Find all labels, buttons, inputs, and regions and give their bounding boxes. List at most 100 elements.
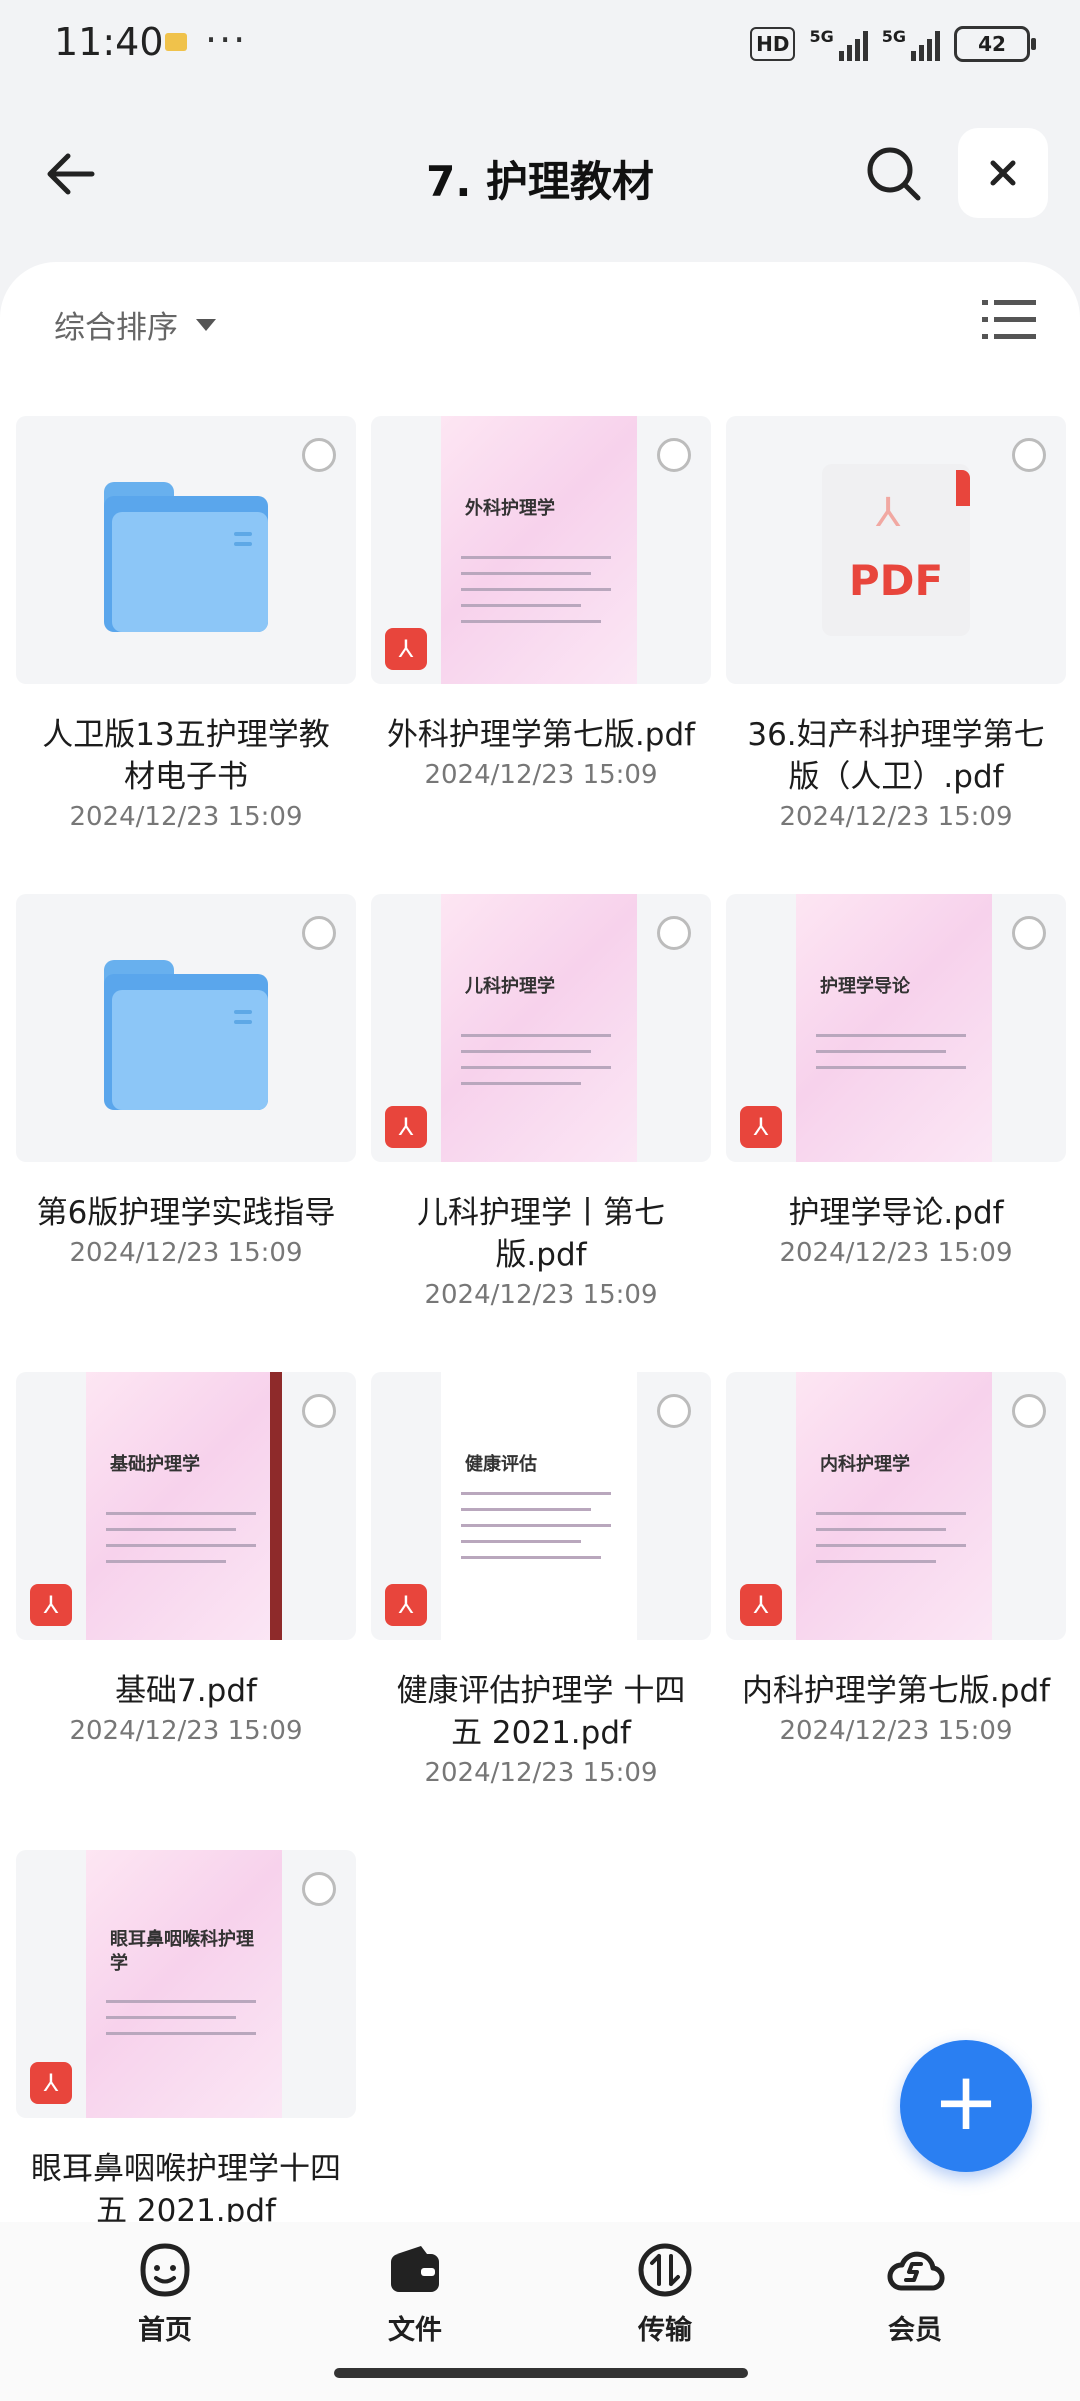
file-thumbnail: 眼耳鼻咽喉科护理学 ⅄ (16, 1850, 356, 2118)
select-radio[interactable] (1012, 916, 1046, 950)
file-date: 2024/12/23 15:09 (779, 1716, 1013, 1746)
file-item-pdf[interactable]: 儿科护理学 ⅄ 儿科护理学丨第七版.pdf 2024/12/23 15:09 (371, 894, 711, 1310)
file-date: 2024/12/23 15:09 (779, 1238, 1013, 1268)
membership-cloud-icon (885, 2240, 945, 2300)
book-cover: 健康评估 (441, 1372, 637, 1640)
file-list-panel: 综合排序 人卫版13五护理学教材电子书 2024/12/23 15:09 外科护… (0, 262, 1080, 2222)
file-thumbnail: 儿科护理学 ⅄ (371, 894, 711, 1162)
file-item-pdf[interactable]: 内科护理学 ⅄ 内科护理学第七版.pdf 2024/12/23 15:09 (726, 1372, 1066, 1746)
signal-icon-1: 5G (809, 27, 868, 61)
file-item-pdf[interactable]: ⅄ PDF 36.妇产科护理学第七版（人卫）.pdf 2024/12/23 15… (726, 416, 1066, 832)
select-radio[interactable] (657, 1394, 691, 1428)
pdf-label: PDF (848, 556, 944, 605)
select-radio[interactable] (657, 916, 691, 950)
file-name: 内科护理学第七版.pdf (741, 1673, 1051, 1709)
notification-icon (165, 33, 187, 51)
nav-label: 首页 (138, 2315, 192, 2346)
file-item-pdf[interactable]: 健康评估 ⅄ 健康评估护理学 十四五 2021.pdf 2024/12/23 1… (371, 1372, 711, 1788)
file-item-pdf[interactable]: 外科护理学 ⅄ 外科护理学第七版.pdf 2024/12/23 15:09 (371, 416, 711, 790)
select-radio[interactable] (302, 1872, 336, 1906)
select-radio[interactable] (302, 1394, 336, 1428)
top-app-bar: 7. 护理教材 (0, 120, 1080, 230)
file-date: 2024/12/23 15:09 (424, 1758, 658, 1788)
file-name: 外科护理学第七版.pdf (386, 717, 696, 753)
book-cover: 外科护理学 (441, 416, 637, 684)
select-radio[interactable] (302, 438, 336, 472)
file-thumbnail: 基础护理学 ⅄ (16, 1372, 356, 1640)
close-icon (990, 160, 1016, 186)
file-name: 儿科护理学丨第七版.pdf (417, 1195, 665, 1273)
file-thumbnail: 护理学导论 ⅄ (726, 894, 1066, 1162)
file-date: 2024/12/23 15:09 (69, 1238, 303, 1268)
nav-item-membership[interactable]: 会员 (835, 2240, 995, 2347)
pdf-icon: ⅄ (30, 2062, 72, 2104)
nav-item-transfer[interactable]: 传输 (585, 2240, 745, 2347)
file-date: 2024/12/23 15:09 (69, 1716, 303, 1746)
file-name: 护理学导论.pdf (788, 1195, 1004, 1231)
sort-label: 综合排序 (54, 310, 178, 346)
file-item-pdf[interactable]: 眼耳鼻咽喉科护理学 ⅄ 眼耳鼻咽喉护理学十四五 2021.pdf (16, 1850, 356, 2222)
file-thumbnail (16, 894, 356, 1162)
book-cover: 护理学导论 (796, 894, 992, 1162)
close-button[interactable] (958, 128, 1048, 218)
pdf-file-icon: ⅄ PDF (822, 464, 970, 636)
folder-icon (104, 960, 268, 1110)
cover-title: 外科护理学 (465, 498, 555, 519)
book-cover: 眼耳鼻咽喉科护理学 (86, 1850, 282, 2118)
pdf-icon: ⅄ (385, 628, 427, 670)
status-bar: 11:40 ··· HD 5G 5G 42 (0, 0, 1080, 90)
nav-item-home[interactable]: 首页 (85, 2240, 245, 2347)
wallet-folder-icon (385, 2240, 445, 2300)
select-radio[interactable] (302, 916, 336, 950)
file-item-folder[interactable]: 第6版护理学实践指导 2024/12/23 15:09 (16, 894, 356, 1268)
battery-icon: 42 (954, 26, 1036, 62)
select-radio[interactable] (1012, 438, 1046, 472)
pdf-icon: ⅄ (385, 1106, 427, 1148)
nav-label: 传输 (638, 2315, 692, 2346)
nav-item-files[interactable]: 文件 (335, 2240, 495, 2347)
nav-label: 会员 (888, 2315, 942, 2346)
file-name: 基础7.pdf (115, 1673, 257, 1709)
file-thumbnail: 健康评估 ⅄ (371, 1372, 711, 1640)
file-thumbnail: 外科护理学 ⅄ (371, 416, 711, 684)
network-type-label-2: 5G (881, 27, 906, 46)
file-name: 第6版护理学实践指导 (36, 1195, 336, 1231)
file-name: 人卫版13五护理学教材电子书 (42, 717, 330, 795)
pdf-icon: ⅄ (385, 1584, 427, 1626)
signal-icon-2: 5G (882, 27, 940, 61)
file-name: 健康评估护理学 十四五 2021.pdf (396, 1673, 686, 1751)
list-view-icon[interactable] (982, 298, 1036, 342)
chevron-down-icon (196, 318, 216, 331)
transfer-arrows-icon (635, 2240, 695, 2300)
cover-title: 儿科护理学 (465, 976, 555, 997)
search-icon[interactable] (862, 142, 926, 206)
select-radio[interactable] (1012, 1394, 1046, 1428)
folder-icon (104, 482, 268, 632)
more-notifications-icon: ··· (205, 18, 248, 62)
file-item-pdf[interactable]: 基础护理学 ⅄ 基础7.pdf 2024/12/23 15:09 (16, 1372, 356, 1746)
pdf-icon: ⅄ (740, 1106, 782, 1148)
select-radio[interactable] (657, 438, 691, 472)
nav-label: 文件 (388, 2315, 442, 2346)
network-type-label: 5G (809, 27, 834, 46)
file-date: 2024/12/23 15:09 (779, 802, 1013, 832)
sort-dropdown[interactable]: 综合排序 (54, 302, 216, 347)
book-cover: 内科护理学 (796, 1372, 992, 1640)
add-button[interactable]: + (900, 2040, 1032, 2172)
file-date: 2024/12/23 15:09 (69, 802, 303, 832)
file-name: 眼耳鼻咽喉护理学十四五 2021.pdf (31, 2151, 341, 2222)
file-item-pdf[interactable]: 护理学导论 ⅄ 护理学导论.pdf 2024/12/23 15:09 (726, 894, 1066, 1268)
file-item-folder[interactable]: 人卫版13五护理学教材电子书 2024/12/23 15:09 (16, 416, 356, 832)
file-date: 2024/12/23 15:09 (424, 1280, 658, 1310)
status-time: 11:40 (54, 20, 164, 64)
cover-title: 健康评估 (465, 1454, 537, 1475)
pdf-icon: ⅄ (30, 1584, 72, 1626)
file-thumbnail (16, 416, 356, 684)
cover-title: 内科护理学 (820, 1454, 910, 1475)
cover-title: 眼耳鼻咽喉科护理学 (110, 1929, 254, 1974)
home-indicator[interactable] (334, 2368, 748, 2378)
book-cover: 基础护理学 (86, 1372, 282, 1640)
cover-title: 护理学导论 (820, 976, 910, 997)
pdf-icon: ⅄ (740, 1584, 782, 1626)
book-cover: 儿科护理学 (441, 894, 637, 1162)
